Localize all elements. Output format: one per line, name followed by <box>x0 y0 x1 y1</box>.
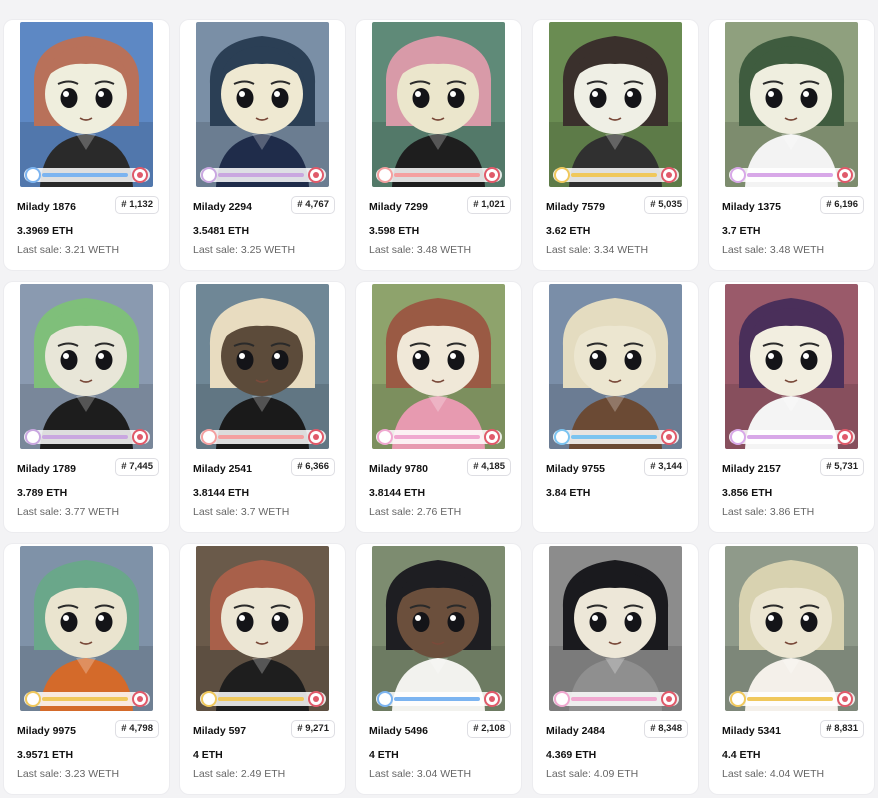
nft-price: 3.7 ETH <box>722 225 761 237</box>
nft-price: 3.3969 ETH <box>17 225 74 237</box>
nft-name: Milady 2541 <box>193 463 252 475</box>
nft-price: 4 ETH <box>369 749 399 761</box>
last-sale: Last sale: 3.77 WETH <box>17 506 120 518</box>
nft-image[interactable] <box>20 546 153 711</box>
rarity-rank-badge: # 3,144 <box>644 458 688 476</box>
nft-price: 3.598 ETH <box>369 225 420 237</box>
nft-image[interactable] <box>20 22 153 187</box>
nft-price: 4.4 ETH <box>722 749 761 761</box>
last-sale: Last sale: 3.25 WETH <box>193 244 296 256</box>
nft-name: Milady 2484 <box>546 725 605 737</box>
last-sale: Last sale: 3.86 ETH <box>722 506 815 518</box>
rarity-rank-badge: # 6,366 <box>291 458 335 476</box>
nft-card[interactable]: Milady 9975 # 4,798 3.9571 ETH Last sale… <box>4 544 169 794</box>
nft-card[interactable]: Milady 2157 # 5,731 3.856 ETH Last sale:… <box>709 282 874 532</box>
nft-price: 3.5481 ETH <box>193 225 250 237</box>
nft-price: 3.8144 ETH <box>369 487 426 499</box>
nft-name: Milady 9755 <box>546 463 605 475</box>
nft-price: 3.8144 ETH <box>193 487 250 499</box>
nft-card[interactable]: Milady 2294 # 4,767 3.5481 ETH Last sale… <box>180 20 345 270</box>
nft-name: Milady 2157 <box>722 463 781 475</box>
last-sale: Last sale: 4.04 WETH <box>722 768 825 780</box>
nft-image[interactable] <box>372 284 505 449</box>
rarity-rank-badge: # 9,271 <box>291 720 335 738</box>
nft-card[interactable]: Milady 9780 # 4,185 3.8144 ETH Last sale… <box>356 282 521 532</box>
nft-name: Milady 9780 <box>369 463 428 475</box>
rarity-rank-badge: # 8,348 <box>644 720 688 738</box>
last-sale: Last sale: 2.49 ETH <box>193 768 286 780</box>
nft-name: Milady 5496 <box>369 725 428 737</box>
last-sale: Last sale: 4.09 ETH <box>546 768 639 780</box>
rarity-rank-badge: # 7,445 <box>115 458 159 476</box>
nft-price: 4.369 ETH <box>546 749 597 761</box>
nft-grid: Milady 1876 # 1,132 3.3969 ETH Last sale… <box>0 0 878 798</box>
nft-card[interactable]: Milady 1375 # 6,196 3.7 ETH Last sale: 3… <box>709 20 874 270</box>
nft-name: Milady 1375 <box>722 201 781 213</box>
nft-image[interactable] <box>725 546 858 711</box>
last-sale: Last sale: 3.48 WETH <box>722 244 825 256</box>
nft-price: 3.84 ETH <box>546 487 591 499</box>
nft-card[interactable]: Milady 5341 # 8,831 4.4 ETH Last sale: 4… <box>709 544 874 794</box>
last-sale: Last sale: 3.21 WETH <box>17 244 120 256</box>
nft-image[interactable] <box>196 22 329 187</box>
rarity-rank-badge: # 1,132 <box>115 196 159 214</box>
nft-image[interactable] <box>549 22 682 187</box>
nft-price: 3.9571 ETH <box>17 749 74 761</box>
nft-image[interactable] <box>549 546 682 711</box>
nft-card[interactable]: Milady 9755 # 3,144 3.84 ETH <box>533 282 698 532</box>
rarity-rank-badge: # 1,021 <box>467 196 511 214</box>
nft-card[interactable]: Milady 1789 # 7,445 3.789 ETH Last sale:… <box>4 282 169 532</box>
rarity-rank-badge: # 8,831 <box>820 720 864 738</box>
last-sale: Last sale: 3.34 WETH <box>546 244 649 256</box>
rarity-rank-badge: # 6,196 <box>820 196 864 214</box>
nft-price: 3.856 ETH <box>722 487 773 499</box>
nft-name: Milady 7579 <box>546 201 605 213</box>
nft-name: Milady 597 <box>193 725 247 737</box>
nft-name: Milady 5341 <box>722 725 781 737</box>
rarity-rank-badge: # 5,035 <box>644 196 688 214</box>
nft-price: 3.62 ETH <box>546 225 591 237</box>
nft-price: 4 ETH <box>193 749 223 761</box>
nft-image[interactable] <box>196 546 329 711</box>
last-sale: Last sale: 3.7 WETH <box>193 506 290 518</box>
nft-card[interactable]: Milady 597 # 9,271 4 ETH Last sale: 2.49… <box>180 544 345 794</box>
rarity-rank-badge: # 2,108 <box>467 720 511 738</box>
last-sale: Last sale: 3.04 WETH <box>369 768 472 780</box>
nft-image[interactable] <box>725 22 858 187</box>
rarity-rank-badge: # 4,185 <box>467 458 511 476</box>
nft-card[interactable]: Milady 5496 # 2,108 4 ETH Last sale: 3.0… <box>356 544 521 794</box>
rarity-rank-badge: # 5,731 <box>820 458 864 476</box>
nft-card[interactable]: Milady 2484 # 8,348 4.369 ETH Last sale:… <box>533 544 698 794</box>
nft-image[interactable] <box>549 284 682 449</box>
last-sale: Last sale: 3.48 WETH <box>369 244 472 256</box>
nft-image[interactable] <box>196 284 329 449</box>
nft-price: 3.789 ETH <box>17 487 68 499</box>
nft-card[interactable]: Milady 7579 # 5,035 3.62 ETH Last sale: … <box>533 20 698 270</box>
last-sale: Last sale: 2.76 ETH <box>369 506 462 518</box>
last-sale: Last sale: 3.23 WETH <box>17 768 120 780</box>
rarity-rank-badge: # 4,798 <box>115 720 159 738</box>
nft-name: Milady 1876 <box>17 201 76 213</box>
nft-card[interactable]: Milady 2541 # 6,366 3.8144 ETH Last sale… <box>180 282 345 532</box>
rarity-rank-badge: # 4,767 <box>291 196 335 214</box>
nft-card[interactable]: Milady 1876 # 1,132 3.3969 ETH Last sale… <box>4 20 169 270</box>
nft-name: Milady 7299 <box>369 201 428 213</box>
nft-name: Milady 2294 <box>193 201 252 213</box>
nft-name: Milady 9975 <box>17 725 76 737</box>
nft-card[interactable]: Milady 7299 # 1,021 3.598 ETH Last sale:… <box>356 20 521 270</box>
nft-image[interactable] <box>372 546 505 711</box>
nft-name: Milady 1789 <box>17 463 76 475</box>
nft-image[interactable] <box>372 22 505 187</box>
nft-image[interactable] <box>20 284 153 449</box>
nft-image[interactable] <box>725 284 858 449</box>
